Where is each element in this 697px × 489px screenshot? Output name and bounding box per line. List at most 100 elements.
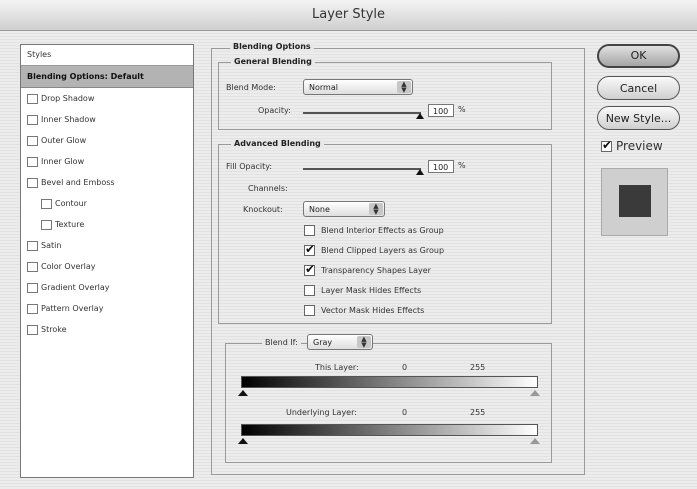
styles-item[interactable]: Outer Glow (21, 130, 193, 151)
blending-options-title: Blending Options (230, 42, 314, 52)
styles-item-label: Pattern Overlay (41, 304, 104, 313)
styles-header[interactable]: Styles (21, 45, 193, 66)
styles-item[interactable]: Pattern Overlay (21, 298, 193, 319)
preview-swatch (619, 185, 651, 217)
this-layer-black-slider[interactable] (238, 390, 248, 396)
blend-if-group (225, 343, 552, 463)
knockout-select[interactable]: None ▲ ▼ (303, 201, 385, 217)
style-checkbox[interactable] (27, 93, 38, 104)
general-blending-group (218, 62, 552, 130)
style-checkbox[interactable] (27, 177, 38, 188)
underlying-layer-label: Underlying Layer: (286, 408, 357, 417)
blend-if-value: Gray (313, 338, 333, 347)
styles-item[interactable]: Drop Shadow (21, 88, 193, 109)
checkmark-icon: ✔ (305, 262, 316, 276)
styles-item[interactable]: Stroke (21, 319, 193, 340)
advanced-option-label: Layer Mask Hides Effects (321, 286, 422, 295)
this-layer-low-value: 0 (402, 363, 408, 372)
blend-mode-value: Normal (309, 83, 338, 92)
fill-opacity-percent: % (458, 161, 466, 170)
underlying-white-slider[interactable] (530, 438, 540, 444)
window-title: Layer Style (311, 7, 386, 22)
blend-if-select[interactable]: Gray ▲ ▼ (307, 334, 373, 350)
opacity-slider-knob[interactable] (416, 113, 424, 119)
advanced-option-label: Transparency Shapes Layer (321, 266, 431, 275)
underlying-low-value: 0 (402, 408, 408, 417)
fill-opacity-slider-knob[interactable] (416, 169, 424, 175)
advanced-option-checkbox[interactable] (304, 285, 315, 296)
styles-item-label: Blending Options: Default (27, 72, 144, 81)
style-checkbox[interactable] (27, 240, 38, 251)
styles-item[interactable]: Color Overlay (21, 256, 193, 277)
styles-item-label: Inner Shadow (41, 115, 96, 124)
styles-item[interactable]: Texture (21, 214, 193, 235)
underlying-layer-gradient (241, 424, 538, 436)
style-checkbox[interactable] (27, 303, 38, 314)
preview-thumbnail (601, 168, 668, 236)
blend-mode-label: Blend Mode: (226, 83, 276, 92)
styles-item-label: Satin (41, 241, 62, 250)
general-blending-title: General Blending (231, 57, 315, 67)
styles-item[interactable]: Gradient Overlay (21, 277, 193, 298)
advanced-option-checkbox[interactable]: ✔ (304, 262, 316, 276)
preview-label: Preview (616, 139, 663, 153)
style-checkbox[interactable] (27, 135, 38, 146)
popup-arrows-icon: ▲ ▼ (357, 336, 371, 349)
opacity-input[interactable]: 100 (428, 104, 454, 117)
advanced-blending-title: Advanced Blending (231, 139, 324, 149)
advanced-option-checkbox[interactable]: ✔ (304, 243, 315, 256)
styles-item-label: Inner Glow (41, 157, 85, 166)
style-checkbox[interactable] (27, 114, 38, 125)
style-checkbox[interactable] (27, 324, 38, 335)
underlying-black-slider[interactable] (238, 438, 248, 444)
this-layer-white-slider[interactable] (530, 390, 540, 396)
blend-mode-select[interactable]: Normal ▲ ▼ (303, 79, 413, 95)
fill-opacity-label: Fill Opacity: (226, 162, 273, 171)
styles-item-label: Drop Shadow (41, 94, 95, 103)
popup-arrows-icon: ▲ ▼ (369, 203, 383, 216)
fill-opacity-input[interactable]: 100 (428, 160, 454, 173)
styles-item-label: Contour (55, 199, 87, 208)
underlying-high-value: 255 (470, 408, 486, 417)
styles-item-label: Texture (55, 220, 85, 229)
blend-if-label: Blend If: (262, 338, 301, 347)
styles-item-label: Outer Glow (41, 136, 87, 145)
cancel-button[interactable]: Cancel (597, 76, 680, 100)
styles-item[interactable]: Blending Options: Default (21, 66, 193, 88)
styles-item[interactable]: Contour (21, 193, 193, 214)
style-checkbox[interactable] (41, 198, 52, 209)
styles-item[interactable]: Inner Glow (21, 151, 193, 172)
knockout-value: None (309, 205, 330, 214)
styles-item-label: Gradient Overlay (41, 283, 110, 292)
opacity-slider[interactable] (303, 112, 421, 114)
channels-label: Channels: (248, 184, 288, 193)
ok-button[interactable]: OK (597, 44, 680, 68)
advanced-option-checkbox[interactable] (304, 225, 315, 236)
fill-opacity-slider[interactable] (303, 168, 421, 170)
style-checkbox[interactable] (27, 282, 38, 293)
this-layer-high-value: 255 (470, 363, 486, 372)
advanced-option-label: Vector Mask Hides Effects (321, 306, 425, 315)
new-style-button[interactable]: New Style... (597, 106, 680, 130)
opacity-label: Opacity: (258, 106, 291, 115)
styles-item[interactable]: Bevel and Emboss (21, 172, 193, 193)
advanced-option-label: Blend Interior Effects as Group (321, 226, 444, 235)
advanced-option-label: Blend Clipped Layers as Group (321, 246, 445, 255)
knockout-label: Knockout: (243, 205, 283, 214)
this-layer-gradient (241, 376, 538, 388)
this-layer-label: This Layer: (315, 363, 359, 372)
styles-item-label: Color Overlay (41, 262, 96, 271)
popup-arrows-icon: ▲ ▼ (397, 81, 411, 94)
styles-item[interactable]: Inner Shadow (21, 109, 193, 130)
opacity-percent: % (458, 105, 466, 114)
styles-item-label: Stroke (41, 325, 67, 334)
styles-item[interactable]: Satin (21, 235, 193, 256)
styles-panel: Styles Blending Options: Default Drop Sha… (20, 44, 194, 478)
style-checkbox[interactable] (41, 219, 52, 230)
title-bar: Layer Style (0, 0, 697, 31)
style-checkbox[interactable] (27, 261, 38, 272)
style-checkbox[interactable] (27, 156, 38, 167)
advanced-option-checkbox[interactable] (304, 305, 315, 316)
preview-checkbox[interactable]: ✔ (601, 139, 612, 152)
styles-list: Blending Options: Default Drop Shadow Inne… (21, 66, 193, 340)
